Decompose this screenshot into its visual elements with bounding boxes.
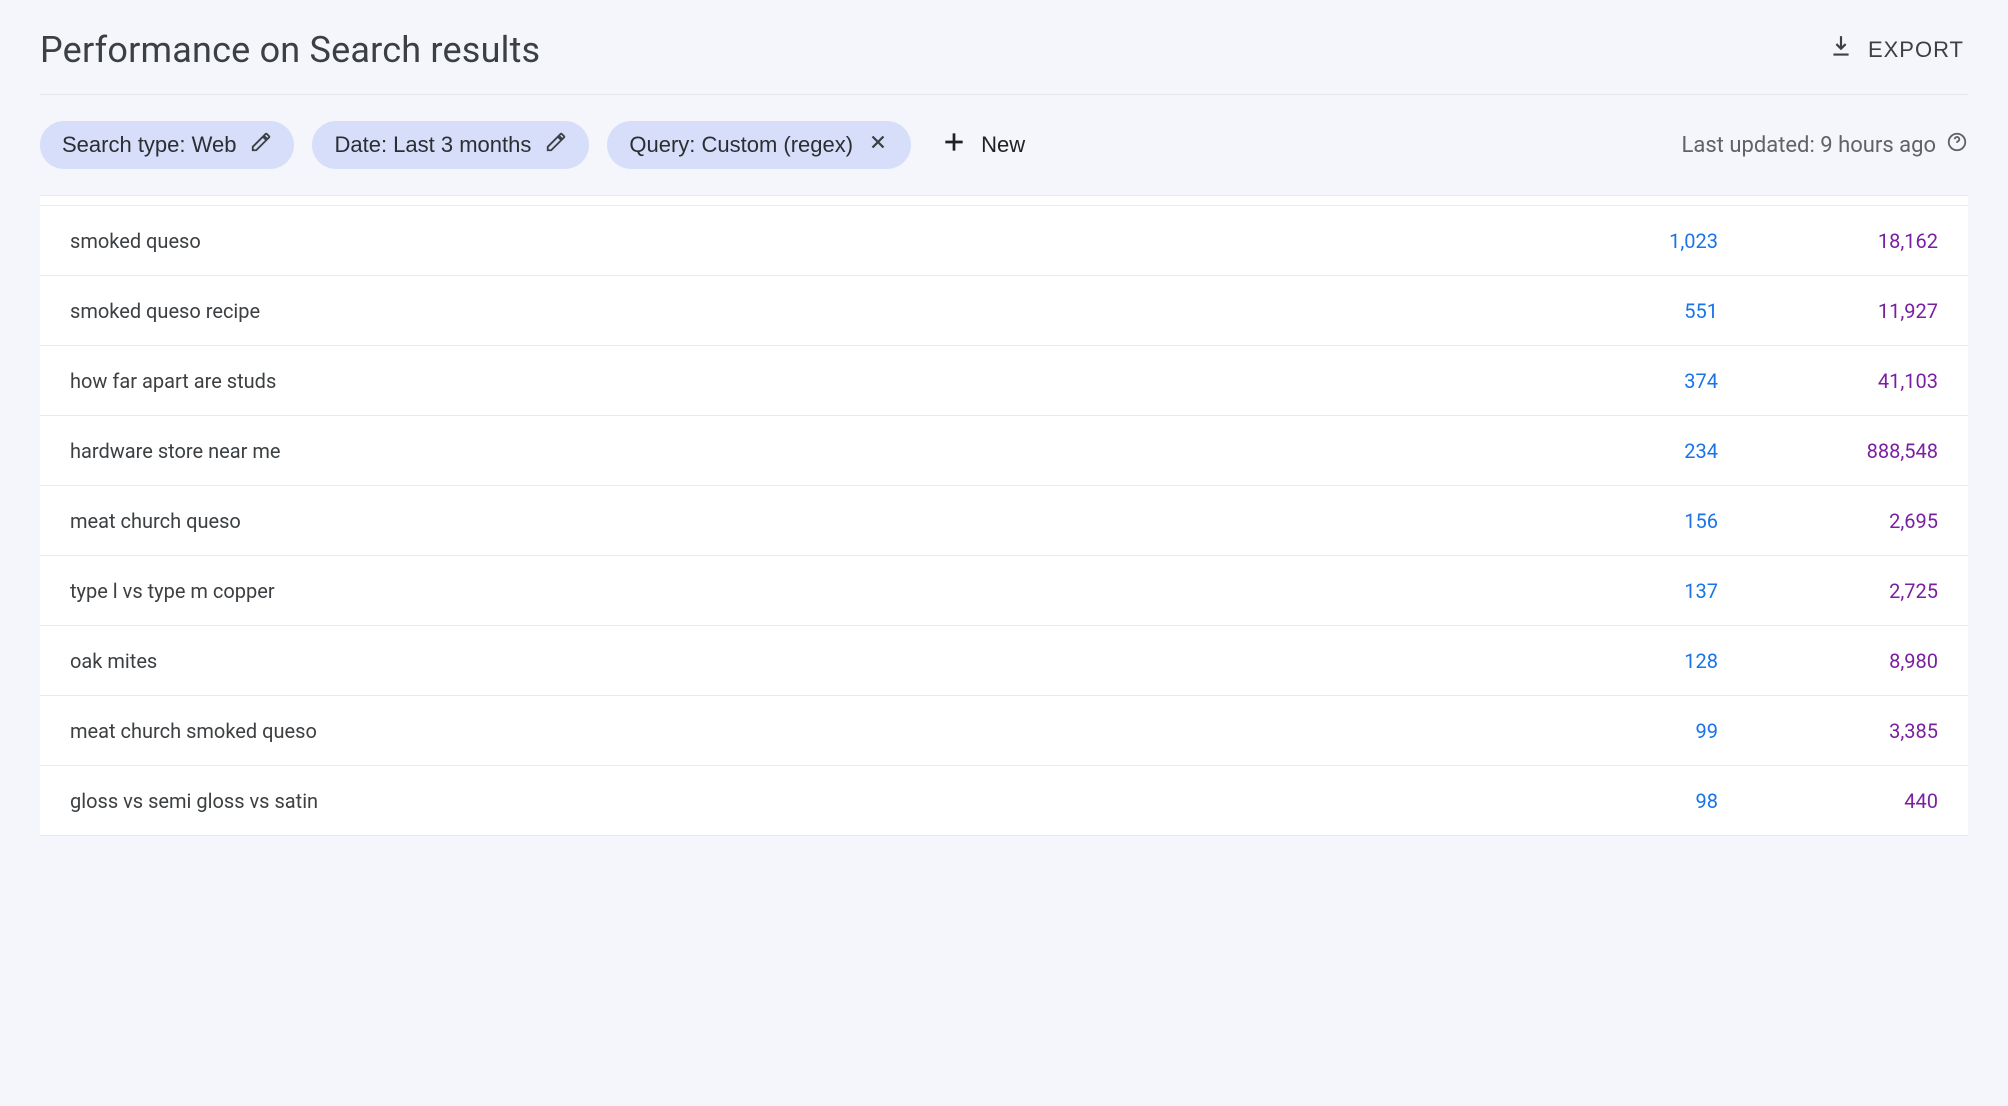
filter-chip-query[interactable]: Query: Custom (regex)	[607, 121, 911, 169]
pencil-icon	[545, 131, 567, 159]
impressions-cell: 2,695	[1718, 509, 1938, 533]
table-row[interactable]: oak mites1288,980	[40, 626, 1968, 696]
filter-chip-date[interactable]: Date: Last 3 months	[312, 121, 589, 169]
query-cell: hardware store near me	[70, 439, 1538, 463]
table-row[interactable]: how far apart are studs37441,103	[40, 346, 1968, 416]
table-row[interactable]: hardware store near me234888,548	[40, 416, 1968, 486]
pencil-icon	[250, 131, 272, 159]
impressions-cell: 3,385	[1718, 719, 1938, 743]
last-updated: Last updated: 9 hours ago	[1682, 131, 1968, 159]
clicks-cell: 98	[1538, 789, 1718, 813]
chip-label: Query: Custom (regex)	[629, 132, 853, 158]
filters-bar: Search type: Web Date: Last 3 months Que…	[40, 95, 1968, 195]
last-updated-text: Last updated: 9 hours ago	[1682, 133, 1936, 158]
clicks-cell: 99	[1538, 719, 1718, 743]
query-cell: oak mites	[70, 649, 1538, 673]
clicks-cell: 156	[1538, 509, 1718, 533]
table-row[interactable]: meat church queso1562,695	[40, 486, 1968, 556]
impressions-cell: 41,103	[1718, 369, 1938, 393]
page-title: Performance on Search results	[40, 29, 540, 71]
query-cell: meat church queso	[70, 509, 1538, 533]
query-cell: how far apart are studs	[70, 369, 1538, 393]
table-row[interactable]: smoked queso1,02318,162	[40, 206, 1968, 276]
close-icon[interactable]	[867, 131, 889, 159]
plus-icon	[941, 129, 967, 161]
help-icon[interactable]	[1946, 131, 1968, 159]
impressions-cell: 8,980	[1718, 649, 1938, 673]
clicks-cell: 128	[1538, 649, 1718, 673]
add-filter-button[interactable]: New	[929, 121, 1037, 169]
impressions-cell: 18,162	[1718, 229, 1938, 253]
clicks-cell: 374	[1538, 369, 1718, 393]
table-top-strip	[40, 196, 1968, 206]
clicks-cell: 234	[1538, 439, 1718, 463]
table-row[interactable]: meat church smoked queso993,385	[40, 696, 1968, 766]
query-cell: type l vs type m copper	[70, 579, 1538, 603]
impressions-cell: 2,725	[1718, 579, 1938, 603]
table-row[interactable]: type l vs type m copper1372,725	[40, 556, 1968, 626]
header: Performance on Search results EXPORT	[40, 20, 1968, 95]
table-row[interactable]: smoked queso recipe55111,927	[40, 276, 1968, 346]
clicks-cell: 137	[1538, 579, 1718, 603]
new-filter-label: New	[981, 132, 1025, 158]
queries-table: smoked queso1,02318,162smoked queso reci…	[40, 195, 1968, 836]
impressions-cell: 11,927	[1718, 299, 1938, 323]
table-row[interactable]: gloss vs semi gloss vs satin98440	[40, 766, 1968, 836]
query-cell: smoked queso recipe	[70, 299, 1538, 323]
chip-label: Search type: Web	[62, 132, 236, 158]
impressions-cell: 440	[1718, 789, 1938, 813]
query-cell: smoked queso	[70, 229, 1538, 253]
export-label: EXPORT	[1868, 37, 1964, 63]
download-icon	[1828, 34, 1854, 66]
query-cell: gloss vs semi gloss vs satin	[70, 789, 1538, 813]
clicks-cell: 551	[1538, 299, 1718, 323]
impressions-cell: 888,548	[1718, 439, 1938, 463]
query-cell: meat church smoked queso	[70, 719, 1538, 743]
clicks-cell: 1,023	[1538, 229, 1718, 253]
chip-label: Date: Last 3 months	[334, 132, 531, 158]
filter-chip-search-type[interactable]: Search type: Web	[40, 121, 294, 169]
export-button[interactable]: EXPORT	[1824, 28, 1968, 72]
